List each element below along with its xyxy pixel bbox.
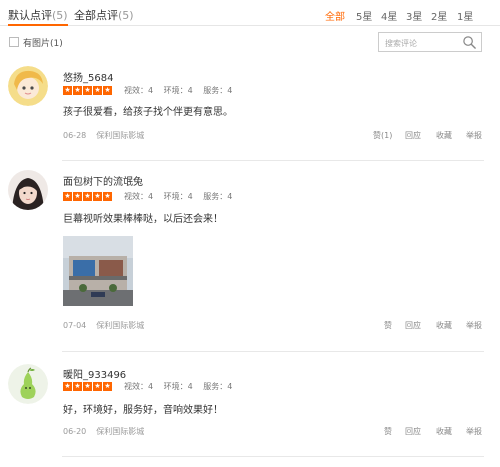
rating-service: 服务：4	[203, 86, 233, 95]
review-text: 好，环境好，服务好，音响效果好！	[63, 405, 223, 416]
user-avatar-icon	[8, 66, 48, 106]
rating-view: 视效：4	[124, 192, 154, 201]
star-filter-5[interactable]: 5星	[356, 8, 372, 23]
review-photo[interactable]	[63, 236, 133, 306]
star-icon: ★	[63, 86, 72, 95]
rating-service: 服务：4	[203, 382, 233, 391]
review-meta: 06-20 保利国际影城	[63, 426, 144, 437]
report-button[interactable]: 举报	[466, 320, 482, 331]
rating-view: 视效：4	[124, 382, 154, 391]
star-icon: ★	[93, 382, 102, 391]
avatar[interactable]	[8, 66, 48, 106]
tab-default-count: (5)	[52, 9, 68, 22]
cinema-name[interactable]: 保利国际影城	[96, 321, 144, 330]
reply-button[interactable]: 回应	[405, 320, 421, 331]
reply-button[interactable]: 回应	[405, 426, 421, 437]
star-icon: ★	[93, 86, 102, 95]
star-icon: ★	[73, 192, 82, 201]
tab-all-count: (5)	[118, 9, 134, 22]
divider	[62, 351, 484, 352]
star-icon: ★	[73, 382, 82, 391]
user-avatar-icon	[8, 170, 48, 210]
search-input[interactable]	[385, 36, 461, 50]
review-text: 孩子很爱看，给孩子找个伴更有意思。	[63, 107, 233, 118]
star-icon: ★	[83, 192, 92, 201]
username[interactable]: 悠扬_5684	[63, 69, 113, 84]
has-image-checkbox[interactable]	[9, 37, 19, 47]
review-text: 巨幕视听效果棒棒哒，以后还会来！	[63, 214, 223, 225]
star-icon: ★	[63, 382, 72, 391]
rating-stars: ★ ★ ★ ★ ★	[63, 192, 112, 201]
star-icon: ★	[103, 86, 112, 95]
report-button[interactable]: 举报	[466, 130, 482, 141]
rating-stars: ★ ★ ★ ★ ★	[63, 382, 112, 391]
star-filter-4[interactable]: 4星	[381, 8, 397, 23]
star-icon: ★	[73, 86, 82, 95]
tab-all-reviews[interactable]: 全部点评(5)	[74, 7, 134, 23]
tab-default-label: 默认点评	[8, 9, 52, 22]
review-date: 06-20	[63, 427, 87, 436]
review-date: 07-04	[63, 321, 87, 330]
rating-view: 视效：4	[124, 86, 154, 95]
avatar[interactable]	[8, 364, 48, 404]
star-icon: ★	[103, 382, 112, 391]
rating-service: 服务：4	[203, 192, 233, 201]
star-icon: ★	[83, 382, 92, 391]
review-meta: 07-04 保利国际影城	[63, 320, 144, 331]
cinema-name[interactable]: 保利国际影城	[96, 131, 144, 140]
username[interactable]: 暖阳_933496	[63, 366, 126, 381]
review-date: 06-28	[63, 131, 87, 140]
rating-environment: 环境：4	[163, 86, 193, 95]
user-avatar-icon	[8, 364, 48, 404]
rating-environment: 环境：4	[163, 382, 193, 391]
reply-button[interactable]: 回应	[405, 130, 421, 141]
favorite-button[interactable]: 收藏	[436, 320, 452, 331]
sub-ratings: 视效：4 环境：4 服务：4	[124, 191, 240, 202]
star-filter-3[interactable]: 3星	[406, 8, 422, 23]
avatar[interactable]	[8, 170, 48, 210]
star-icon: ★	[63, 192, 72, 201]
star-icon: ★	[93, 192, 102, 201]
cinema-building-image	[63, 236, 133, 306]
username[interactable]: 面包树下的流氓兔	[63, 173, 143, 188]
star-filter-1[interactable]: 1星	[457, 8, 473, 23]
like-button[interactable]: 赞	[384, 320, 392, 331]
favorite-button[interactable]: 收藏	[436, 426, 452, 437]
star-icon: ★	[103, 192, 112, 201]
search-box	[378, 32, 482, 52]
search-icon[interactable]	[462, 35, 477, 50]
like-button[interactable]: 赞(1)	[373, 130, 392, 141]
tab-default-reviews[interactable]: 默认点评(5)	[8, 7, 68, 26]
cinema-name[interactable]: 保利国际影城	[96, 427, 144, 436]
sub-ratings: 视效：4 环境：4 服务：4	[124, 381, 240, 392]
has-image-label: 有图片(1)	[23, 39, 63, 49]
sub-ratings: 视效：4 环境：4 服务：4	[124, 85, 240, 96]
favorite-button[interactable]: 收藏	[436, 130, 452, 141]
review-tabs-bar: 默认点评(5) 全部点评(5) 全部 5星 4星 3星 2星 1星	[0, 0, 500, 26]
star-filter-2[interactable]: 2星	[431, 8, 447, 23]
star-icon: ★	[83, 86, 92, 95]
rating-environment: 环境：4	[163, 192, 193, 201]
divider	[62, 160, 484, 161]
review-meta: 06-28 保利国际影城	[63, 130, 144, 141]
filter-row: 有图片(1)	[0, 26, 500, 58]
rating-stars: ★ ★ ★ ★ ★	[63, 86, 112, 95]
divider	[62, 456, 484, 457]
report-button[interactable]: 举报	[466, 426, 482, 437]
star-filter-all[interactable]: 全部	[325, 8, 345, 23]
tab-all-label: 全部点评	[74, 9, 118, 22]
like-button[interactable]: 赞	[384, 426, 392, 437]
